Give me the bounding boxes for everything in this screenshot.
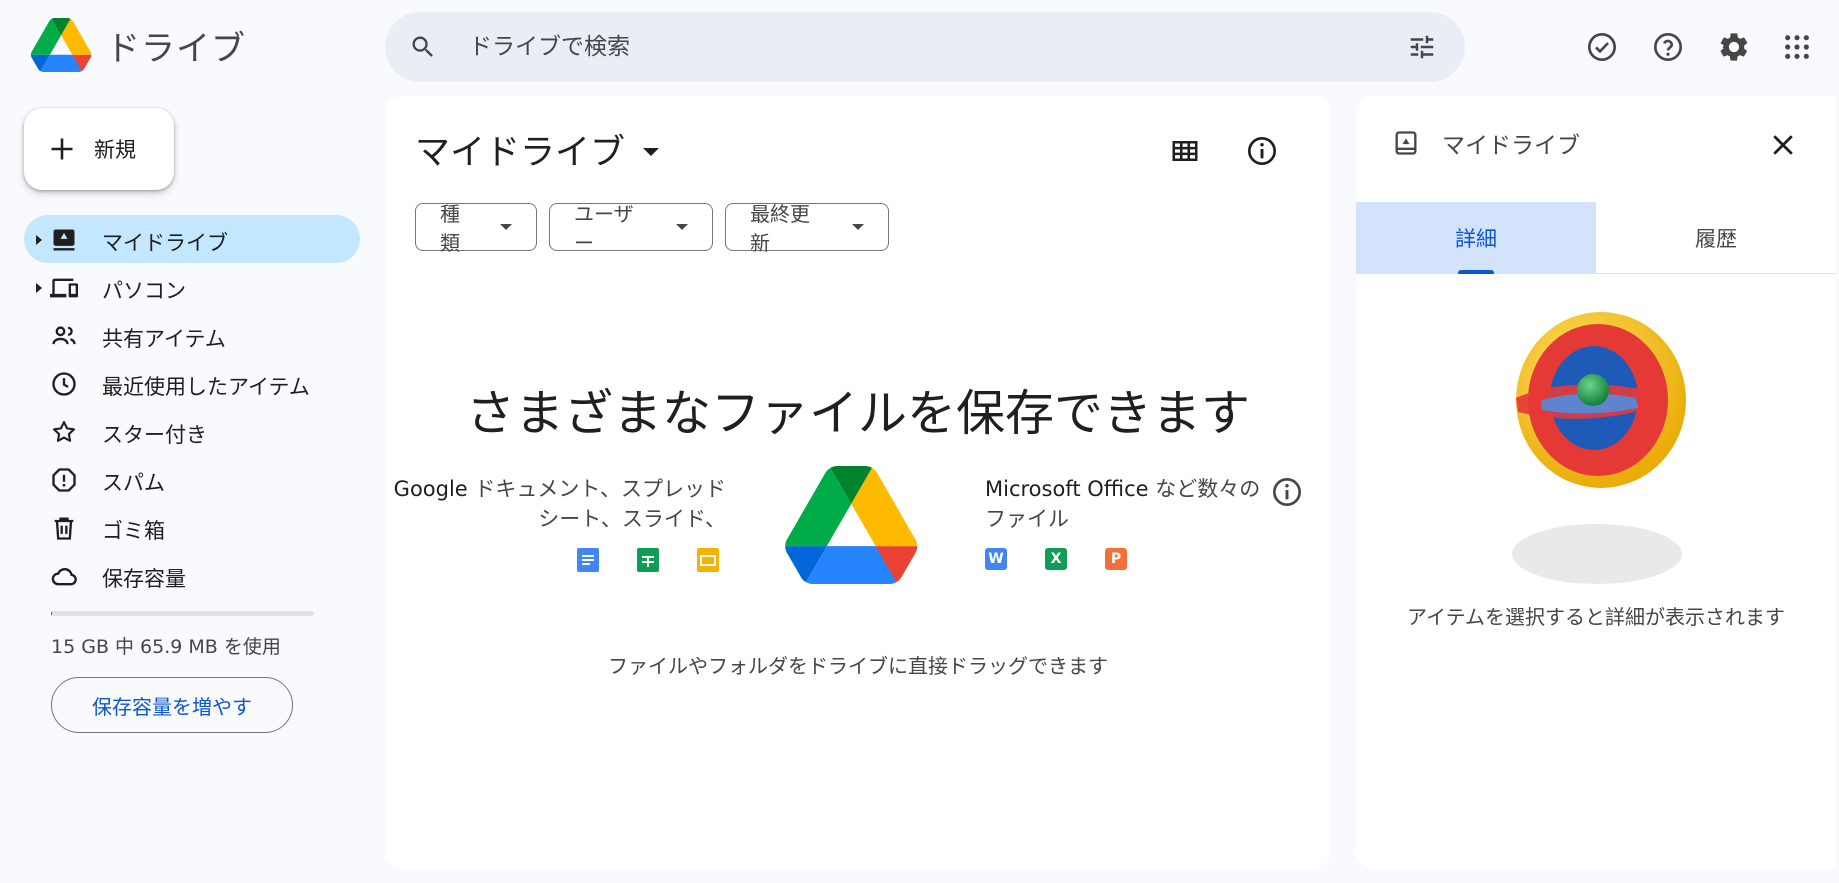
filter-options-icon[interactable] [1407, 32, 1437, 62]
cloud-icon [51, 568, 77, 586]
drive-logo[interactable]: ドライブ [30, 18, 246, 72]
sidebar-item-label: マイドライブ [102, 231, 228, 255]
storage-usage-text: 15 GB 中 65.9 MB を使用 [51, 636, 281, 658]
excel-icon: X [1045, 548, 1067, 570]
people-icon [52, 326, 76, 345]
info-icon[interactable] [1271, 476, 1303, 508]
google-blurb-text: ドキュメント、スプレッド [467, 477, 726, 501]
search-input[interactable] [469, 12, 1369, 82]
chevron-down-icon [500, 224, 512, 230]
google-sheets-icon [637, 548, 659, 572]
search-icon[interactable] [409, 33, 437, 61]
my-drive-icon [53, 229, 75, 251]
close-icon[interactable] [1768, 130, 1798, 160]
sidebar-item-trash[interactable]: ゴミ箱 [24, 503, 360, 551]
office-blurb-text-2: ファイル [985, 507, 1069, 531]
computers-icon [50, 278, 78, 298]
google-apps-blurb: Google ドキュメント、スプレッド シート、スライド、 [366, 474, 726, 534]
new-button-label: 新規 [94, 138, 136, 162]
my-drive-outline-icon [1395, 131, 1417, 155]
office-app-icons: W X P [985, 548, 1127, 570]
expand-caret-icon[interactable] [36, 283, 42, 293]
tab-activity[interactable]: 履歴 [1596, 202, 1836, 274]
page-title-dropdown[interactable]: マイドライブ [415, 124, 660, 175]
apps-grid-icon[interactable] [1775, 25, 1819, 69]
info-icon[interactable] [1246, 135, 1278, 167]
illustration-shadow [1512, 524, 1682, 584]
new-button[interactable]: 新規 [24, 108, 174, 190]
sidebar-item-starred[interactable]: スター付き [24, 407, 360, 455]
tab-details[interactable]: 詳細 [1356, 202, 1596, 274]
google-brand: Google [393, 477, 468, 501]
search-bar[interactable] [385, 12, 1465, 82]
storage-progress-fill [51, 611, 53, 616]
sidebar-item-label: 共有アイテム [102, 327, 226, 351]
star-icon [53, 421, 75, 442]
word-icon: W [985, 548, 1007, 570]
main-panel: マイドライブ 種類 ユーザー 最終更新 さまざまなファイルを保存できます Goo… [385, 96, 1331, 868]
filter-chip-type[interactable]: 種類 [415, 202, 537, 255]
office-files-blurb: Microsoft Office など数々の ファイル [985, 474, 1275, 534]
spam-icon [52, 468, 76, 492]
details-header: マイドライブ [1392, 126, 1580, 160]
sidebar-item-label: ゴミ箱 [102, 519, 165, 543]
filter-chip-label: ユーザー [574, 202, 634, 255]
office-blurb-text: など数々の [1148, 477, 1261, 501]
trash-icon [54, 517, 74, 540]
google-blurb-text-2: シート、スライド、 [538, 507, 726, 531]
page-title: マイドライブ [415, 133, 626, 173]
chevron-down-icon [852, 224, 864, 230]
plus-icon [51, 138, 73, 160]
details-tabs: 詳細 履歴 [1356, 202, 1836, 274]
settings-icon[interactable] [1712, 25, 1756, 69]
sidebar-item-my-drive[interactable]: マイドライブ [24, 215, 360, 263]
details-title: マイドライブ [1442, 133, 1580, 159]
clock-icon [52, 372, 76, 396]
expand-caret-icon[interactable] [36, 235, 42, 245]
storage-progress-bar [51, 611, 314, 616]
details-panel: マイドライブ 詳細 履歴 アイテムを選択すると詳細が表示されます [1356, 96, 1836, 868]
grid-view-icon[interactable] [1170, 136, 1200, 166]
get-more-storage-button[interactable]: 保存容量を増やす [51, 677, 293, 733]
details-empty-hint: アイテムを選択すると詳細が表示されます [1407, 605, 1785, 629]
filter-chip-people[interactable]: ユーザー [549, 202, 713, 255]
google-app-icons [577, 548, 719, 572]
drive-logo-large-icon [785, 466, 917, 584]
sidebar-item-storage[interactable]: 保存容量 [24, 551, 360, 599]
sidebar-item-label: スパム [102, 471, 165, 495]
chevron-down-icon [676, 224, 688, 230]
sidebar-item-label: 保存容量 [102, 567, 186, 591]
powerpoint-icon: P [1105, 548, 1127, 570]
filter-chips: 種類 ユーザー 最終更新 [415, 202, 889, 255]
sidebar-item-label: 最近使用したアイテム [102, 375, 310, 399]
earth-core-illustration [1516, 312, 1686, 488]
drag-drop-hint: ファイルやフォルダをドライブに直接ドラッグできます [608, 654, 1108, 678]
microsoft-brand: Microsoft Office [985, 477, 1149, 501]
sidebar-item-recent[interactable]: 最近使用したアイテム [24, 359, 360, 407]
help-icon[interactable] [1646, 25, 1690, 69]
sidebar-item-shared[interactable]: 共有アイテム [24, 311, 360, 359]
chevron-down-icon [643, 147, 660, 156]
filter-chip-label: 種類 [440, 202, 460, 255]
sidebar-nav: マイドライブ パソコン 共有アイテム 最近使用したアイテム スター付き スパム [24, 215, 360, 599]
app-name: ドライブ [106, 28, 246, 69]
filter-chip-label: 最終更新 [750, 202, 810, 255]
google-slides-icon [697, 548, 719, 572]
drive-logo-icon [30, 18, 92, 72]
sidebar-item-label: スター付き [102, 423, 207, 447]
sidebar-item-label: パソコン [102, 279, 186, 303]
offline-ready-icon[interactable] [1580, 25, 1624, 69]
sidebar-item-spam[interactable]: スパム [24, 455, 360, 503]
sidebar-item-computers[interactable]: パソコン [24, 263, 360, 311]
google-docs-icon [577, 548, 599, 572]
filter-chip-modified[interactable]: 最終更新 [725, 202, 889, 255]
empty-state-title: さまざまなファイルを保存できます [465, 385, 1250, 442]
